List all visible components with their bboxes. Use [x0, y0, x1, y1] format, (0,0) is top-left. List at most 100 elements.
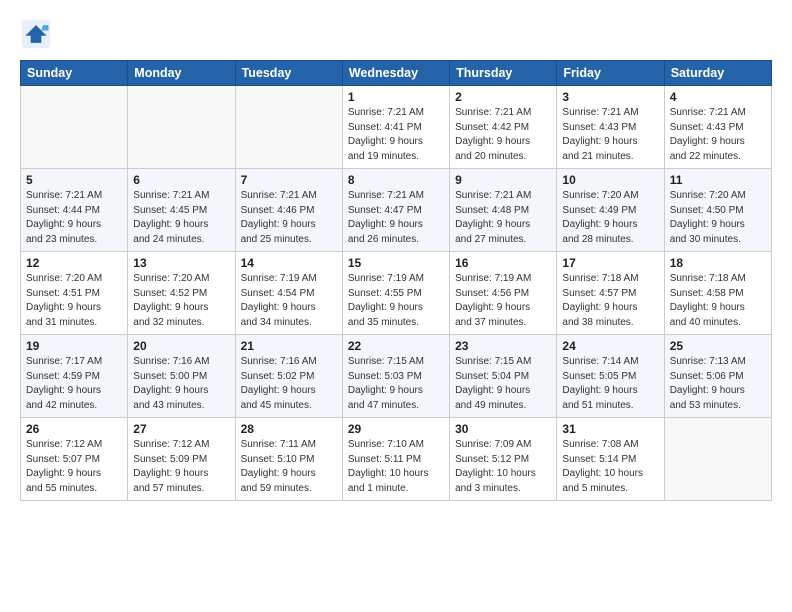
day-number: 25 [670, 339, 766, 353]
day-info: Sunrise: 7:16 AM Sunset: 5:02 PM Dayligh… [241, 355, 337, 413]
page: SundayMondayTuesdayWednesdayThursdayFrid… [0, 0, 792, 519]
day-info: Sunrise: 7:08 AM Sunset: 5:14 PM Dayligh… [562, 438, 658, 496]
day-number: 2 [455, 90, 551, 104]
calendar-week-row: 1 Sunrise: 7:21 AM Sunset: 4:41 PM Daylig… [21, 86, 772, 169]
calendar-day-9: 9 Sunrise: 7:21 AM Sunset: 4:48 PM Daylig… [450, 169, 557, 252]
calendar-day-27: 27 Sunrise: 7:12 AM Sunset: 5:09 PM Dayli… [128, 418, 235, 501]
day-info: Sunrise: 7:13 AM Sunset: 5:06 PM Dayligh… [670, 355, 766, 413]
calendar-day-28: 28Sunrise: 7:11 AM Sunset: 5:10 PM Dayli… [235, 418, 342, 501]
day-number: 28 [241, 422, 337, 436]
calendar-day-2: 2Sunrise: 7:21 AM Sunset: 4:42 PM Daylig… [450, 86, 557, 169]
day-number: 27 [133, 422, 229, 436]
calendar-table: SundayMondayTuesdayWednesdayThursdayFrid… [20, 60, 772, 501]
day-info: Sunrise: 7:15 AM Sunset: 5:04 PM Dayligh… [455, 355, 551, 413]
day-number: 21 [241, 339, 337, 353]
calendar-day-6: 6 Sunrise: 7:21 AM Sunset: 4:45 PM Daylig… [128, 169, 235, 252]
day-info: Sunrise: 7:21 AM Sunset: 4:47 PM Dayligh… [348, 189, 444, 247]
day-info: Sunrise: 7:12 AM Sunset: 5:07 PM Dayligh… [26, 438, 122, 496]
day-number: 20 [133, 339, 229, 353]
calendar-day-16: 16 Sunrise: 7:19 AM Sunset: 4:56 PM Dayli… [450, 252, 557, 335]
day-info: Sunrise: 7:15 AM Sunset: 5:03 PM Dayligh… [348, 355, 444, 413]
calendar-empty-cell [21, 86, 128, 169]
day-number: 22 [348, 339, 444, 353]
calendar-day-1: 1 Sunrise: 7:21 AM Sunset: 4:41 PM Daylig… [342, 86, 449, 169]
weekday-header-monday: Monday [128, 61, 235, 86]
day-info: Sunrise: 7:21 AM Sunset: 4:45 PM Dayligh… [133, 189, 229, 247]
calendar-day-19: 19Sunrise: 7:17 AM Sunset: 4:59 PM Dayli… [21, 335, 128, 418]
day-number: 10 [562, 173, 658, 187]
day-number: 9 [455, 173, 551, 187]
day-info: Sunrise: 7:21 AM Sunset: 4:48 PM Dayligh… [455, 189, 551, 247]
day-number: 29 [348, 422, 444, 436]
day-number: 5 [26, 173, 122, 187]
day-number: 19 [26, 339, 122, 353]
calendar-day-26: 26 Sunrise: 7:12 AM Sunset: 5:07 PM Dayli… [21, 418, 128, 501]
day-number: 26 [26, 422, 122, 436]
calendar-day-21: 21 Sunrise: 7:16 AM Sunset: 5:02 PM Dayli… [235, 335, 342, 418]
weekday-header-row: SundayMondayTuesdayWednesdayThursdayFrid… [21, 61, 772, 86]
day-number: 24 [562, 339, 658, 353]
day-info: Sunrise: 7:21 AM Sunset: 4:41 PM Dayligh… [348, 106, 444, 164]
calendar-day-3: 3Sunrise: 7:21 AM Sunset: 4:43 PM Daylig… [557, 86, 664, 169]
day-info: Sunrise: 7:18 AM Sunset: 4:58 PM Dayligh… [670, 272, 766, 330]
weekday-header-tuesday: Tuesday [235, 61, 342, 86]
calendar-day-31: 31 Sunrise: 7:08 AM Sunset: 5:14 PM Dayli… [557, 418, 664, 501]
day-number: 4 [670, 90, 766, 104]
calendar-day-11: 11 Sunrise: 7:20 AM Sunset: 4:50 PM Dayli… [664, 169, 771, 252]
calendar-day-23: 23 Sunrise: 7:15 AM Sunset: 5:04 PM Dayli… [450, 335, 557, 418]
calendar-week-row: 12 Sunrise: 7:20 AM Sunset: 4:51 PM Dayli… [21, 252, 772, 335]
day-info: Sunrise: 7:09 AM Sunset: 5:12 PM Dayligh… [455, 438, 551, 496]
calendar-week-row: 19Sunrise: 7:17 AM Sunset: 4:59 PM Dayli… [21, 335, 772, 418]
calendar-day-7: 7Sunrise: 7:21 AM Sunset: 4:46 PM Daylig… [235, 169, 342, 252]
calendar-day-25: 25 Sunrise: 7:13 AM Sunset: 5:06 PM Dayli… [664, 335, 771, 418]
day-info: Sunrise: 7:21 AM Sunset: 4:43 PM Dayligh… [670, 106, 766, 164]
day-number: 1 [348, 90, 444, 104]
calendar-day-14: 14Sunrise: 7:19 AM Sunset: 4:54 PM Dayli… [235, 252, 342, 335]
calendar-empty-cell [235, 86, 342, 169]
calendar-day-30: 30Sunrise: 7:09 AM Sunset: 5:12 PM Dayli… [450, 418, 557, 501]
day-info: Sunrise: 7:12 AM Sunset: 5:09 PM Dayligh… [133, 438, 229, 496]
calendar-day-10: 10Sunrise: 7:20 AM Sunset: 4:49 PM Dayli… [557, 169, 664, 252]
day-info: Sunrise: 7:19 AM Sunset: 4:55 PM Dayligh… [348, 272, 444, 330]
calendar-day-15: 15 Sunrise: 7:19 AM Sunset: 4:55 PM Dayli… [342, 252, 449, 335]
day-number: 3 [562, 90, 658, 104]
day-number: 16 [455, 256, 551, 270]
day-number: 15 [348, 256, 444, 270]
day-number: 8 [348, 173, 444, 187]
calendar-empty-cell [128, 86, 235, 169]
calendar-day-5: 5 Sunrise: 7:21 AM Sunset: 4:44 PM Daylig… [21, 169, 128, 252]
day-number: 12 [26, 256, 122, 270]
day-info: Sunrise: 7:14 AM Sunset: 5:05 PM Dayligh… [562, 355, 658, 413]
day-info: Sunrise: 7:20 AM Sunset: 4:52 PM Dayligh… [133, 272, 229, 330]
weekday-header-wednesday: Wednesday [342, 61, 449, 86]
weekday-header-thursday: Thursday [450, 61, 557, 86]
weekday-header-saturday: Saturday [664, 61, 771, 86]
calendar-day-13: 13 Sunrise: 7:20 AM Sunset: 4:52 PM Dayli… [128, 252, 235, 335]
calendar-day-4: 4 Sunrise: 7:21 AM Sunset: 4:43 PM Daylig… [664, 86, 771, 169]
calendar-empty-cell [664, 418, 771, 501]
day-info: Sunrise: 7:16 AM Sunset: 5:00 PM Dayligh… [133, 355, 229, 413]
day-info: Sunrise: 7:20 AM Sunset: 4:51 PM Dayligh… [26, 272, 122, 330]
day-number: 11 [670, 173, 766, 187]
day-info: Sunrise: 7:19 AM Sunset: 4:54 PM Dayligh… [241, 272, 337, 330]
calendar-day-18: 18 Sunrise: 7:18 AM Sunset: 4:58 PM Dayli… [664, 252, 771, 335]
day-info: Sunrise: 7:21 AM Sunset: 4:44 PM Dayligh… [26, 189, 122, 247]
calendar-day-29: 29Sunrise: 7:10 AM Sunset: 5:11 PM Dayli… [342, 418, 449, 501]
calendar-week-row: 26 Sunrise: 7:12 AM Sunset: 5:07 PM Dayli… [21, 418, 772, 501]
calendar-day-22: 22 Sunrise: 7:15 AM Sunset: 5:03 PM Dayli… [342, 335, 449, 418]
weekday-header-friday: Friday [557, 61, 664, 86]
day-number: 7 [241, 173, 337, 187]
day-number: 6 [133, 173, 229, 187]
day-info: Sunrise: 7:20 AM Sunset: 4:50 PM Dayligh… [670, 189, 766, 247]
day-number: 17 [562, 256, 658, 270]
day-number: 18 [670, 256, 766, 270]
calendar-week-row: 5 Sunrise: 7:21 AM Sunset: 4:44 PM Daylig… [21, 169, 772, 252]
day-number: 13 [133, 256, 229, 270]
day-info: Sunrise: 7:18 AM Sunset: 4:57 PM Dayligh… [562, 272, 658, 330]
day-number: 23 [455, 339, 551, 353]
day-info: Sunrise: 7:19 AM Sunset: 4:56 PM Dayligh… [455, 272, 551, 330]
day-number: 31 [562, 422, 658, 436]
logo-icon [20, 18, 52, 50]
calendar-day-24: 24 Sunrise: 7:14 AM Sunset: 5:05 PM Dayli… [557, 335, 664, 418]
calendar-day-12: 12 Sunrise: 7:20 AM Sunset: 4:51 PM Dayli… [21, 252, 128, 335]
